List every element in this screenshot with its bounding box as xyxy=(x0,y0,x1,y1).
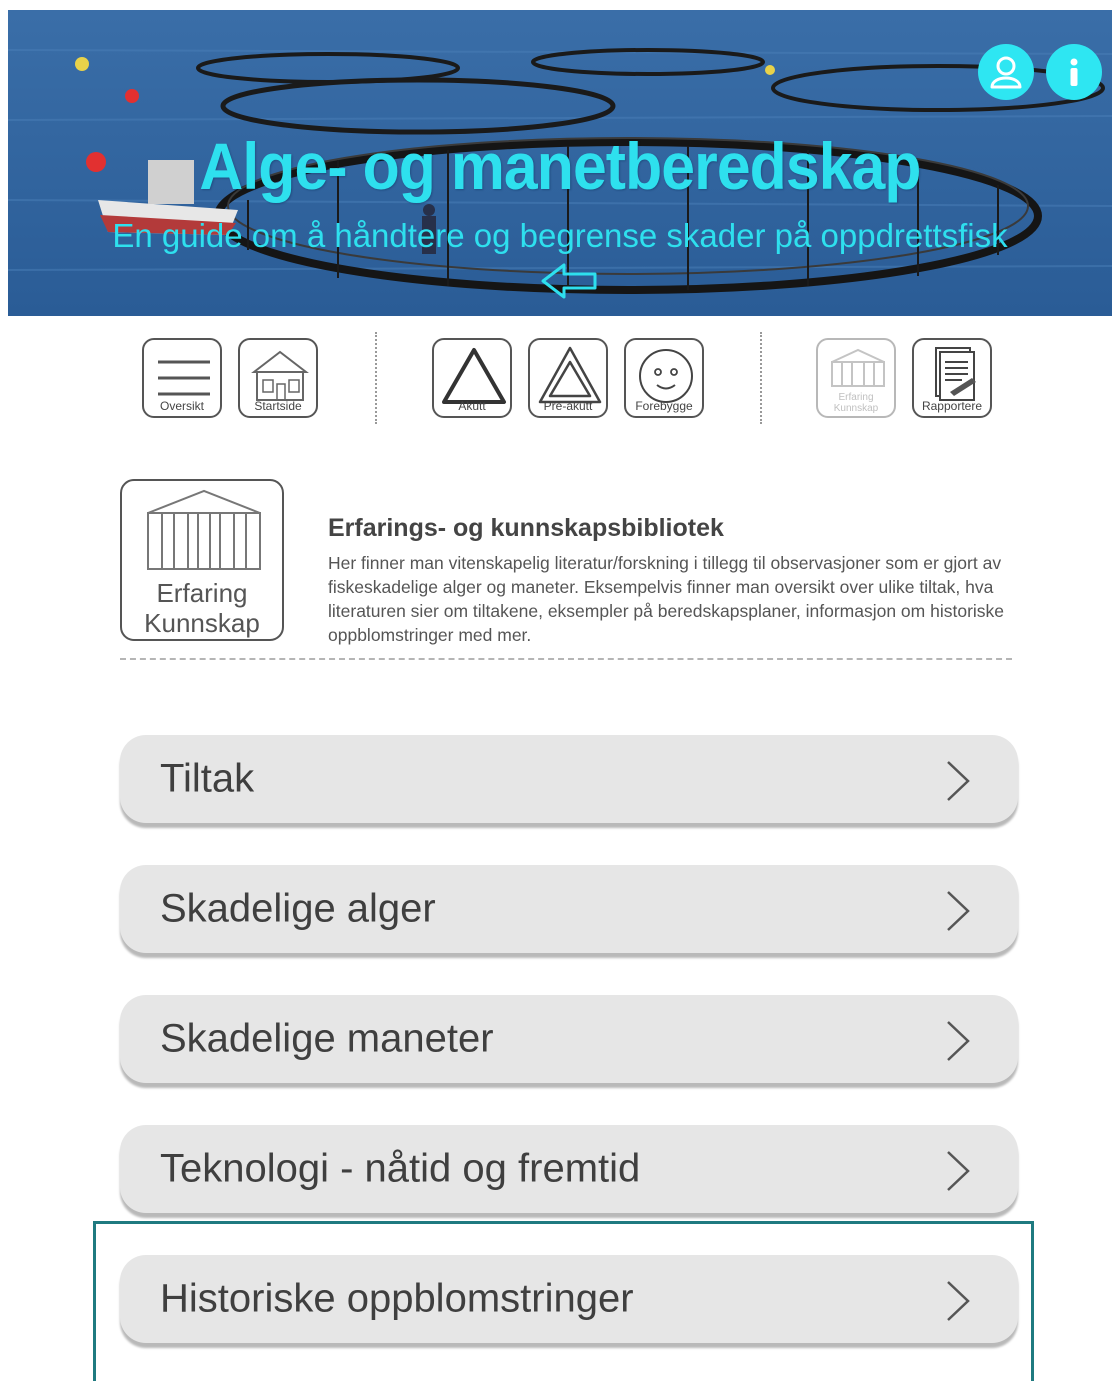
user-button[interactable] xyxy=(978,44,1034,100)
toolbar-label: Rapportere xyxy=(921,399,983,413)
menu-item-teknologi[interactable]: Teknologi - nåtid og fremtid xyxy=(120,1125,1018,1213)
toolbar-akutt-button[interactable]: Akutt xyxy=(432,338,512,418)
toolbar-rapportere-button[interactable]: Rapportere xyxy=(912,338,992,418)
menu-item-skadelige-maneter[interactable]: Skadelige maneter xyxy=(120,995,1018,1083)
menu-item-label: Skadelige alger xyxy=(160,886,436,931)
app-title: Alge- og manetberedskap xyxy=(199,129,921,203)
toolbar-forebygge-button[interactable]: Forebygge xyxy=(624,338,704,418)
chevron-right-icon xyxy=(947,1021,970,1061)
info-button[interactable] xyxy=(1046,44,1102,100)
info-icon xyxy=(1070,58,1078,86)
chevron-right-icon xyxy=(947,761,970,801)
toolbar-label: Pre-akutt xyxy=(543,399,593,413)
library-icon xyxy=(147,489,261,570)
app-subtitle: En guide om å håndtere og begrense skade… xyxy=(112,217,1008,254)
menu-item-historiske-oppblomstringer[interactable]: Historiske oppblomstringer xyxy=(120,1255,1018,1343)
toolbar-label: Erfaring Kunnskap xyxy=(833,392,879,414)
toolbar-label: Forebygge xyxy=(635,399,693,413)
library-icon-label: Erfaring xyxy=(156,578,248,608)
menu-item-skadelige-alger[interactable]: Skadelige alger xyxy=(120,865,1018,953)
toolbar-label: Oversikt xyxy=(159,399,204,413)
library-section-icon: Erfaring Kunnskap xyxy=(120,479,284,641)
back-arrow-icon[interactable] xyxy=(540,262,598,305)
toolbar-divider xyxy=(375,332,377,424)
user-icon xyxy=(990,56,1022,89)
section-description: Her finner man vitenskapelig literatur/f… xyxy=(328,553,1005,645)
section-divider xyxy=(120,658,1012,660)
menu-item-label: Skadelige maneter xyxy=(160,1016,494,1061)
menu-item-label: Teknologi - nåtid og fremtid xyxy=(160,1146,641,1191)
library-icon-label: Kunnskap xyxy=(144,608,260,638)
toolbar-startside-button[interactable]: Startside xyxy=(238,338,318,418)
menu-item-label: Historiske oppblomstringer xyxy=(160,1276,634,1321)
toolbar-label: Startside xyxy=(254,399,302,413)
toolbar-pre-akutt-button[interactable]: Pre-akutt xyxy=(528,338,608,418)
menu-item-tiltak[interactable]: Tiltak xyxy=(120,735,1018,823)
toolbar-erfaring-kunnskap-button[interactable]: Erfaring Kunnskap xyxy=(816,338,896,418)
hero-banner: Alge- og manetberedskap En guide om å hå… xyxy=(8,10,1112,316)
chevron-right-icon xyxy=(947,891,970,931)
menu-item-label: Tiltak xyxy=(160,756,255,801)
toolbar-oversikt-button[interactable]: Oversikt xyxy=(142,338,222,418)
section-title: Erfarings- og kunnskapsbibliotek xyxy=(328,514,724,542)
toolbar-label: Akutt xyxy=(458,399,486,413)
toolbar-divider xyxy=(760,332,762,424)
chevron-right-icon xyxy=(947,1281,970,1321)
chevron-right-icon xyxy=(947,1151,970,1191)
